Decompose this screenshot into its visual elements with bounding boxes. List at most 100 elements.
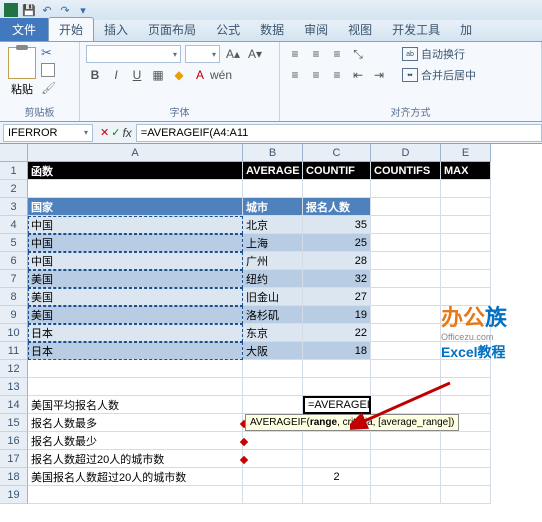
cell-A6[interactable]: 中国	[28, 252, 243, 270]
cell-B13[interactable]	[243, 378, 303, 396]
increase-indent-icon[interactable]: ⇥	[370, 66, 388, 84]
row-header-15[interactable]: 15	[0, 414, 28, 432]
row-header-5[interactable]: 5	[0, 234, 28, 252]
tab-formulas[interactable]: 公式	[206, 18, 250, 41]
cancel-formula-icon[interactable]: ✕	[100, 126, 109, 140]
cell-C19[interactable]	[303, 486, 371, 504]
save-icon[interactable]: 💾	[22, 3, 36, 17]
cell-E7[interactable]	[441, 270, 491, 288]
cell-A9[interactable]: 美国	[28, 306, 243, 324]
column-header-B[interactable]: B	[243, 144, 303, 162]
decrease-indent-icon[interactable]: ⇤	[349, 66, 367, 84]
cell-B16[interactable]	[243, 432, 303, 450]
cell-A11[interactable]: 日本	[28, 342, 243, 360]
cell-E2[interactable]	[441, 180, 491, 198]
name-box[interactable]: IFERROR ▾	[3, 124, 93, 142]
cell-C4[interactable]: 35	[303, 216, 371, 234]
cell-D11[interactable]	[371, 342, 441, 360]
row-header-18[interactable]: 18	[0, 468, 28, 486]
cell-B11[interactable]: 大阪	[243, 342, 303, 360]
row-header-11[interactable]: 11	[0, 342, 28, 360]
column-header-E[interactable]: E	[441, 144, 491, 162]
cell-C11[interactable]: 18	[303, 342, 371, 360]
border-icon[interactable]: ▦	[149, 66, 167, 84]
cell-E10[interactable]	[441, 324, 491, 342]
decrease-font-icon[interactable]: A▾	[246, 45, 264, 63]
tab-data[interactable]: 数据	[250, 18, 294, 41]
row-header-8[interactable]: 8	[0, 288, 28, 306]
format-painter-icon[interactable]: 🖌	[41, 81, 57, 97]
fx-icon[interactable]: fx	[122, 126, 131, 140]
column-header-D[interactable]: D	[371, 144, 441, 162]
cell-A16[interactable]: 报名人数最少	[28, 432, 243, 450]
tab-review[interactable]: 审阅	[294, 18, 338, 41]
align-center-icon[interactable]: ≡	[307, 66, 325, 84]
cell-C12[interactable]	[303, 360, 371, 378]
align-middle-icon[interactable]: ≡	[307, 45, 325, 63]
cut-icon[interactable]: ✂	[41, 45, 57, 61]
cell-A14[interactable]: 美国平均报名人数	[28, 396, 243, 414]
cell-D16[interactable]	[371, 432, 441, 450]
cell-D4[interactable]	[371, 216, 441, 234]
merge-center-button[interactable]: ⬌ 合并后居中	[399, 66, 479, 84]
cell-B19[interactable]	[243, 486, 303, 504]
font-color-icon[interactable]: A	[191, 66, 209, 84]
tab-file[interactable]: 文件	[0, 18, 48, 41]
cell-C10[interactable]: 22	[303, 324, 371, 342]
cell-B14[interactable]	[243, 396, 303, 414]
cell-B6[interactable]: 广州	[243, 252, 303, 270]
name-box-dropdown-icon[interactable]: ▾	[84, 128, 88, 137]
cell-E13[interactable]	[441, 378, 491, 396]
cell-D8[interactable]	[371, 288, 441, 306]
cell-C1[interactable]: COUNTIF	[303, 162, 371, 180]
cell-E6[interactable]	[441, 252, 491, 270]
cell-A3[interactable]: 国家	[28, 198, 243, 216]
orientation-icon[interactable]: ⤡	[349, 45, 367, 63]
tab-page-layout[interactable]: 页面布局	[138, 18, 206, 41]
cell-E5[interactable]	[441, 234, 491, 252]
cell-C6[interactable]: 28	[303, 252, 371, 270]
cell-C13[interactable]	[303, 378, 371, 396]
align-right-icon[interactable]: ≡	[328, 66, 346, 84]
cell-C2[interactable]	[303, 180, 371, 198]
bold-button[interactable]: B	[86, 66, 104, 84]
cell-E3[interactable]	[441, 198, 491, 216]
cell-A1[interactable]: 函数	[28, 162, 243, 180]
cell-B5[interactable]: 上海	[243, 234, 303, 252]
underline-button[interactable]: U	[128, 66, 146, 84]
column-header-A[interactable]: A	[28, 144, 243, 162]
cell-A13[interactable]	[28, 378, 243, 396]
phonetic-icon[interactable]: wén	[212, 66, 230, 84]
cell-B7[interactable]: 纽约	[243, 270, 303, 288]
cell-A15[interactable]: 报名人数最多	[28, 414, 243, 432]
cell-B4[interactable]: 北京	[243, 216, 303, 234]
formula-bar[interactable]: =AVERAGEIF(A4:A11	[136, 124, 542, 142]
cell-D12[interactable]	[371, 360, 441, 378]
align-bottom-icon[interactable]: ≡	[328, 45, 346, 63]
cell-E1[interactable]: MAX	[441, 162, 491, 180]
cell-B8[interactable]: 旧金山	[243, 288, 303, 306]
copy-icon[interactable]	[41, 63, 57, 79]
tab-developer[interactable]: 开发工具	[382, 18, 450, 41]
cell-C9[interactable]: 19	[303, 306, 371, 324]
font-name-combo[interactable]: ▾	[86, 45, 181, 63]
row-header-1[interactable]: 1	[0, 162, 28, 180]
font-size-combo[interactable]: ▾	[185, 45, 220, 63]
cell-E12[interactable]	[441, 360, 491, 378]
cell-A8[interactable]: 美国	[28, 288, 243, 306]
cell-C14[interactable]: =AVERAGEIF(A4:A11	[303, 396, 371, 414]
row-header-6[interactable]: 6	[0, 252, 28, 270]
cell-B17[interactable]	[243, 450, 303, 468]
cell-B1[interactable]: AVERAGE	[243, 162, 303, 180]
cell-D3[interactable]	[371, 198, 441, 216]
cell-C7[interactable]: 32	[303, 270, 371, 288]
cell-A10[interactable]: 日本	[28, 324, 243, 342]
wrap-text-button[interactable]: ab 自动换行	[399, 45, 479, 63]
cell-B3[interactable]: 城市	[243, 198, 303, 216]
cell-E4[interactable]	[441, 216, 491, 234]
cell-D2[interactable]	[371, 180, 441, 198]
cell-D6[interactable]	[371, 252, 441, 270]
cell-A18[interactable]: 美国报名人数超过20人的城市数	[28, 468, 243, 486]
row-header-2[interactable]: 2	[0, 180, 28, 198]
cell-B9[interactable]: 洛杉矶	[243, 306, 303, 324]
